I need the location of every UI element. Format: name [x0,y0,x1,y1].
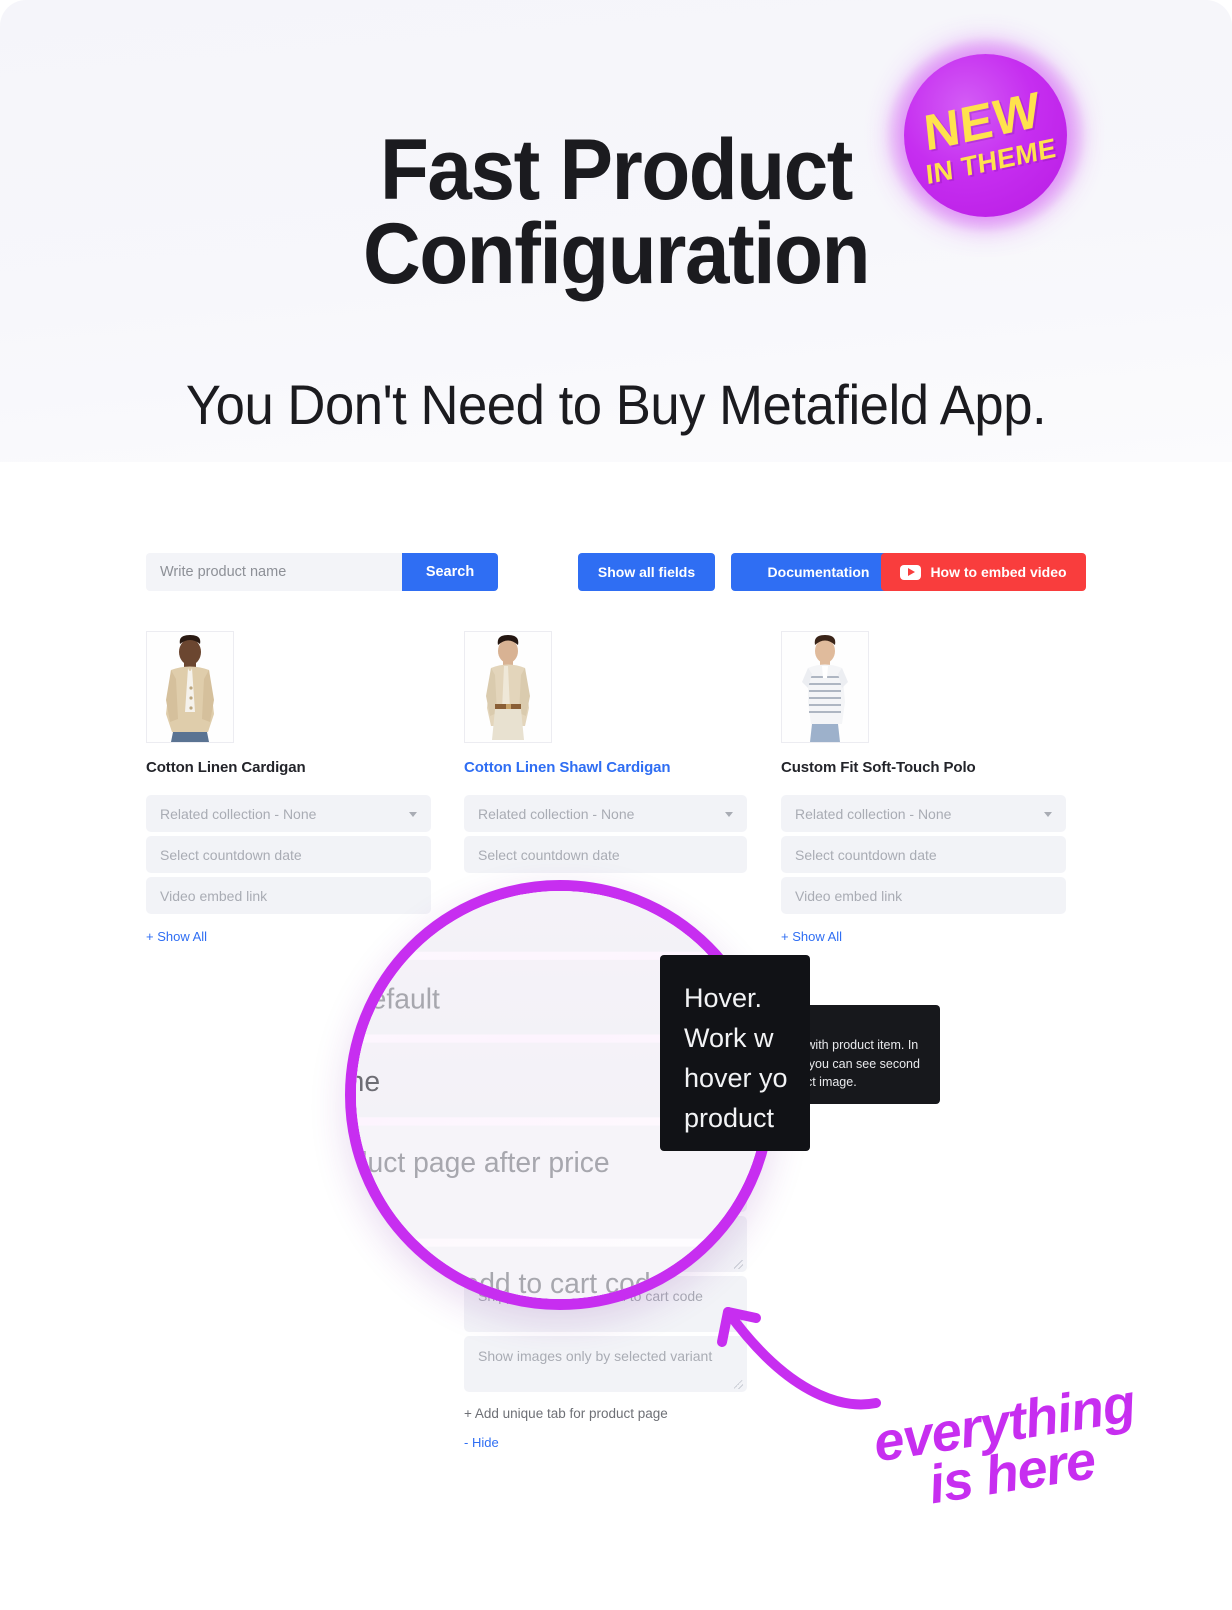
field-video-embed-link[interactable]: Video embed link [781,877,1066,914]
product-card: Custom Fit Soft-Touch Polo Related colle… [781,631,1066,944]
search-input[interactable] [146,553,402,591]
field-countdown-date[interactable]: Select countdown date [781,836,1066,873]
field-related-collection[interactable]: Related collection - None [146,795,431,832]
tooltip-big-line-3: hover yo [684,1062,788,1093]
field-related-collection[interactable]: Related collection - None [781,795,1066,832]
field-countdown-date[interactable]: Select countdown date [464,836,747,873]
show-all-fields-button[interactable]: Show all fields [578,553,715,591]
product-name[interactable]: Custom Fit Soft-Touch Polo [781,759,1066,776]
tooltip-magnified: Hover. Work w hover yo product [660,955,810,1151]
show-all-link[interactable]: + Show All [781,929,1066,944]
search-button[interactable]: Search [402,553,498,591]
product-card: Cotton Linen Shawl Cardigan Related coll… [464,631,747,877]
how-to-embed-video-label: How to embed video [930,564,1067,580]
toolbar: Search Show all fields Documentation How… [146,553,1086,591]
annotation-arrow-icon [717,1307,881,1410]
product-name[interactable]: Cotton Linen Cardigan [146,759,431,776]
youtube-icon [900,564,922,580]
product-fields: Related collection - None Select countdo… [781,795,1066,914]
new-in-theme-badge: NEW IN THEME [888,40,1084,230]
product-name[interactable]: Cotton Linen Shawl Cardigan [464,759,747,776]
product-thumbnail[interactable] [464,631,552,743]
tooltip-big-line-1: Hover. [684,983,763,1013]
product-thumbnail[interactable] [146,631,234,743]
field-countdown-date[interactable]: Select countdown date [146,836,431,873]
field-related-collection[interactable]: Related collection - None [464,795,747,832]
hero-section: Fast Product Configuration You Don't Nee… [0,0,1232,462]
tooltip-big-line-4: product [684,1102,775,1133]
how-to-embed-video-button[interactable]: How to embed video [881,553,1086,591]
page-subtitle: You Don't Need to Buy Metafield App. [185,373,1047,436]
mag-field-new[interactable]: New - Default [356,891,756,952]
badge-circle: NEW IN THEME [904,54,1067,217]
page-root: Fast Product Configuration You Don't Nee… [0,0,1232,1610]
product-fields: Related collection - None Select countdo… [464,795,747,873]
search-group: Search [146,553,498,591]
documentation-button[interactable]: Documentation [731,553,906,591]
product-thumbnail[interactable] [781,631,869,743]
tooltip-big-line-2: Work w [684,1022,774,1053]
badge-text: NEW IN THEME [904,54,1067,217]
page-title-line1: Fast Product [379,122,853,218]
hide-link[interactable]: - Hide [464,1435,747,1450]
